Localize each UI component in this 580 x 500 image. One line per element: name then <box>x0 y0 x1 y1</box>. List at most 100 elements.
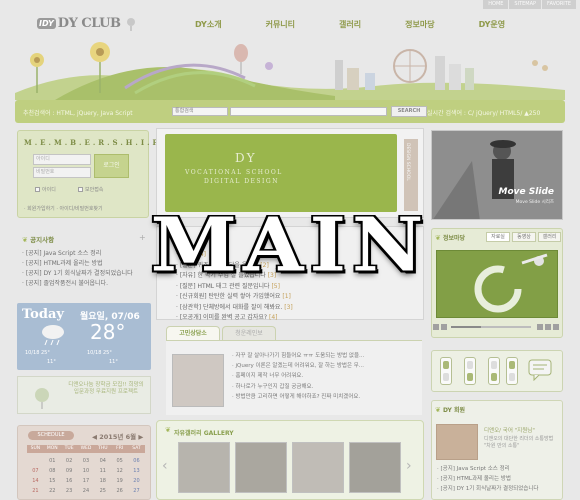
profile-title: ❦ DY 회원 <box>435 405 465 414</box>
gallery-thumb[interactable] <box>235 442 287 493</box>
calendar-month[interactable]: ◀ 2015년 6월 ▶ <box>92 431 143 441</box>
calendar-day[interactable]: 16 <box>61 476 78 486</box>
weather-widget: Today 월요일, 07/06 28° 10/18 25° 10/18 25°… <box>17 303 151 370</box>
calendar-day[interactable]: 10 <box>78 466 95 476</box>
video-controls[interactable] <box>433 322 561 332</box>
profile-title-text: DY 회원 <box>442 407 465 414</box>
remember-id-checkbox[interactable]: 아이디 <box>35 186 56 193</box>
comment-count: [4] <box>268 314 278 321</box>
calendar-day[interactable]: 19 <box>111 476 128 486</box>
list-item[interactable]: · [삼관학] 단체방에서 대화를 잘이 해봐요. [3] <box>176 303 412 314</box>
remember-id-label: 아이디 <box>42 187 56 193</box>
password-input[interactable]: 비밀번호 <box>33 167 91 178</box>
calendar-day[interactable]: 23 <box>61 486 78 496</box>
toggle-switch[interactable] <box>488 357 500 385</box>
day-header: THU <box>94 445 112 453</box>
profile-list: · [공지] Java Script 소스 정리 · [공지] HTML과제 올… <box>437 464 561 494</box>
gallery-thumb[interactable] <box>178 442 230 493</box>
calendar-day[interactable]: 22 <box>44 486 61 496</box>
nav-community[interactable]: 커뮤니티 <box>266 19 295 30</box>
calendar-day[interactable]: 11 <box>94 466 111 476</box>
counsel-list: · 자꾸 잘 살아나가기 힘들어요 ㅠㅠ 도움되는 방법 없을... · jQu… <box>232 351 412 402</box>
list-item[interactable]: · 하나로가 누구인지 갑질 궁금해요. <box>232 382 412 392</box>
slide-photo <box>432 131 562 219</box>
list-item[interactable]: · [공지] Java Script 소스 정리 <box>437 464 561 474</box>
gallery-thumb[interactable] <box>292 442 344 493</box>
calendar-day[interactable]: 21 <box>27 486 44 496</box>
calendar-day[interactable]: 17 <box>78 476 95 486</box>
membership-title: M.E.M.B.E.R.S.H.I.P <box>24 138 161 147</box>
search-input[interactable] <box>230 107 387 116</box>
calendar-day[interactable]: 14 <box>27 476 44 486</box>
leaf-icon: ❦ <box>165 426 171 434</box>
list-item[interactable]: · [신규회원] 탄탄한 실력 쌓아 가입했어요 [1] <box>176 292 412 303</box>
gallery-next-icon[interactable]: › <box>406 458 412 474</box>
calendar-day[interactable]: 02 <box>61 456 78 466</box>
nav-about[interactable]: DY소개 <box>195 19 222 30</box>
toggle-switch[interactable] <box>506 357 518 385</box>
nav-info[interactable]: 정보마당 <box>405 19 434 30</box>
calendar-day[interactable]: 18 <box>94 476 111 486</box>
search-button[interactable]: SEARCH <box>391 106 427 117</box>
id-input[interactable]: 아이디 <box>33 154 91 165</box>
calendar-day[interactable]: 08 <box>44 466 61 476</box>
gallery-prev-icon[interactable]: ‹ <box>162 458 168 474</box>
calendar-day[interactable] <box>27 456 44 466</box>
promo-banner[interactable]: 디앤오나눔 장학금 모집!! 희망의 입문과정 무료지원 프로젝트 <box>17 376 151 414</box>
calendar-day[interactable]: 04 <box>94 456 111 466</box>
move-slide-banner[interactable]: Move Slide Move Slide 시리즈 <box>431 130 563 220</box>
forecast-2: 10/18 25° <box>87 350 112 356</box>
sitemap-link[interactable]: SITEMAP <box>509 0 542 9</box>
list-item[interactable]: · [공지] DY 1기 회식날짜가 결정되었습니다 <box>437 484 561 494</box>
toggle-switch[interactable] <box>464 357 476 385</box>
list-item[interactable]: · 자꾸 잘 살아나가기 힘들어요 ㅠㅠ 도움되는 방법 없을... <box>232 351 412 361</box>
calendar-day[interactable]: 12 <box>111 466 128 476</box>
secure-login-checkbox[interactable]: 보안접속 <box>78 186 103 193</box>
calendar-week: 01 02 03 04 05 06 <box>27 456 145 466</box>
profile-name: 디앤오/ 국어 "지원님" <box>484 428 535 434</box>
calendar-day[interactable]: 09 <box>61 466 78 476</box>
logo-mark: IDY <box>37 18 56 29</box>
calendar-day[interactable]: 27 <box>128 486 145 496</box>
toggle-switch[interactable] <box>440 357 452 385</box>
leaf-icon: ❦ <box>435 406 441 414</box>
search-category-select[interactable]: 통합검색 <box>172 107 228 116</box>
calendar-day[interactable]: 06 <box>128 456 145 466</box>
login-button[interactable]: 로그인 <box>94 154 129 178</box>
list-item[interactable]: · [오공개] 이미를 완벽 공고 갑자요? [4] <box>176 313 412 324</box>
avatar[interactable] <box>436 424 478 460</box>
calendar-day[interactable]: 07 <box>27 466 44 476</box>
tab-rainbow[interactable]: 청운레인보 <box>222 326 276 340</box>
hero-subtitle-1: VOCATIONAL SCHOOL <box>185 169 283 176</box>
forecast-1-low: 11° <box>47 359 56 365</box>
chat-bubble-icon[interactable] <box>528 359 554 381</box>
list-item[interactable]: · 홈페이지 제작 너무 어려워요. <box>232 371 412 381</box>
main-overlay-title: MAIN <box>150 202 430 289</box>
list-item[interactable]: · [공지] HTML과제 올리는 방법 <box>437 474 561 484</box>
nav-gallery[interactable]: 갤러리 <box>339 19 361 30</box>
calendar-day[interactable]: 05 <box>111 456 128 466</box>
home-link[interactable]: HOME <box>483 0 509 9</box>
calendar-day[interactable]: 03 <box>78 456 95 466</box>
calendar-day[interactable]: 15 <box>44 476 61 486</box>
secure-login-label: 보안접속 <box>85 187 104 193</box>
counsel-thumbnail[interactable] <box>172 354 224 407</box>
list-item[interactable]: · 방법만큼 고리하면 어떻게 해야하죠? 진짜 미치겠어요. <box>232 392 412 402</box>
main-navigation: DY소개 커뮤니티 갤러리 정보마당 DY운영 <box>195 19 549 30</box>
logo[interactable]: IDY DY CLUB <box>37 16 136 31</box>
comment-count: [1] <box>282 293 291 300</box>
list-item[interactable]: · jQuery 이론은 알겠는데 어려워요, 잘 하는 방법은 무... <box>232 361 412 371</box>
weather-today: Today <box>22 307 64 322</box>
calendar-day[interactable]: 24 <box>78 486 95 496</box>
favorite-link[interactable]: FAVORITE <box>542 0 576 9</box>
calendar-day[interactable]: 20 <box>128 476 145 486</box>
calendar-header: SUN MON TUE WED THU FRI SAT <box>27 445 145 453</box>
calendar-day[interactable]: 01 <box>44 456 61 466</box>
gallery-thumb[interactable] <box>349 442 401 493</box>
tab-counsel[interactable]: 고민상담소 <box>166 326 220 340</box>
calendar-day[interactable]: 13 <box>128 466 145 476</box>
calendar-week: 14 15 16 17 18 19 20 <box>27 476 145 486</box>
nav-operation[interactable]: DY운영 <box>479 19 506 30</box>
calendar-day[interactable]: 26 <box>111 486 128 496</box>
calendar-day[interactable]: 25 <box>94 486 111 496</box>
